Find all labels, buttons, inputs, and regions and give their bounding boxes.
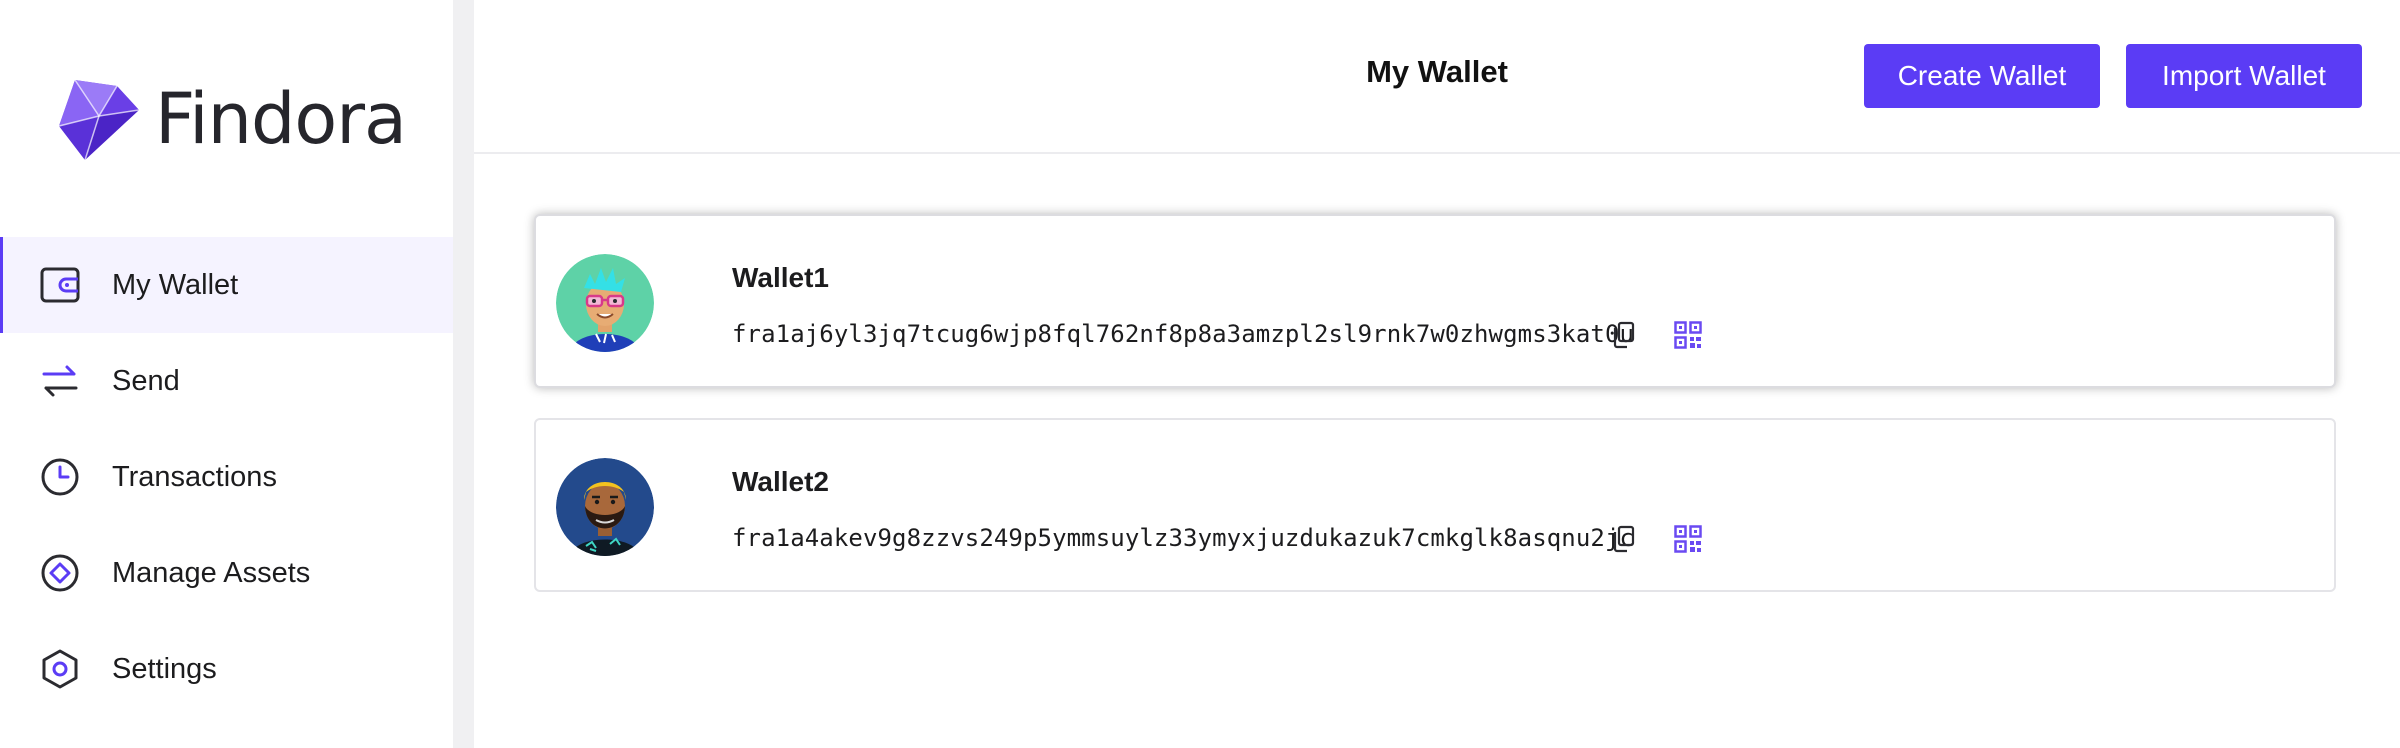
top-bar: My Wallet Create Wallet Import Wallet [474, 0, 2400, 154]
avatar [556, 254, 654, 352]
avatar [556, 458, 654, 556]
brand-logo[interactable]: Findora [55, 76, 407, 162]
copy-icon[interactable] [1607, 522, 1641, 556]
wallet-card[interactable]: Wallet1 fra1aj6yl3jq7tcug6wjp8fql762nf8p… [534, 214, 2336, 388]
sidebar-item-label: Transactions [112, 460, 277, 493]
create-wallet-button[interactable]: Create Wallet [1864, 44, 2100, 108]
brand-name: Findora [155, 78, 407, 160]
copy-icon[interactable] [1607, 318, 1641, 352]
hexagon-settings-icon [36, 645, 84, 693]
sidebar-item-transactions[interactable]: Transactions [0, 429, 453, 525]
sidebar-item-label: Manage Assets [112, 556, 311, 589]
sidebar: Findora My Wallet Send Transactions Mana… [0, 0, 453, 748]
findora-logo-icon [58, 79, 140, 161]
import-wallet-button[interactable]: Import Wallet [2126, 44, 2362, 108]
wallet-icon [36, 261, 84, 309]
wallet-name: Wallet1 [732, 262, 829, 293]
diamond-circle-icon [36, 549, 84, 597]
app-window: Findora My Wallet Send Transactions Mana… [0, 0, 2400, 748]
qr-code-icon[interactable] [1671, 318, 1705, 352]
main-content: My Wallet Create Wallet Import Wallet Wa… [474, 0, 2400, 748]
wallet-address: fra1a4akev9g8zzvs249p5ymmsuylz33ymyxjuzd… [732, 524, 1635, 552]
wallet-name: Wallet2 [732, 466, 829, 497]
sidebar-item-label: My Wallet [112, 268, 239, 301]
sidebar-item-label: Settings [112, 652, 217, 685]
wallet-address: fra1aj6yl3jq7tcug6wjp8fql762nf8p8a3amzpl… [732, 320, 1635, 348]
clock-icon [36, 453, 84, 501]
transfer-arrows-icon [36, 357, 84, 405]
sidebar-item-my-wallet[interactable]: My Wallet [0, 237, 453, 333]
sidebar-item-manage-assets[interactable]: Manage Assets [0, 525, 453, 621]
sidebar-item-send[interactable]: Send [0, 333, 453, 429]
qr-code-icon[interactable] [1671, 522, 1705, 556]
sidebar-item-settings[interactable]: Settings [0, 621, 453, 717]
sidebar-divider [453, 0, 474, 748]
wallet-card[interactable]: Wallet2 fra1a4akev9g8zzvs249p5ymmsuylz33… [534, 418, 2336, 592]
page-title: My Wallet [1366, 54, 1508, 89]
sidebar-nav: My Wallet Send Transactions Manage Asset… [0, 237, 453, 717]
sidebar-item-label: Send [112, 364, 180, 397]
